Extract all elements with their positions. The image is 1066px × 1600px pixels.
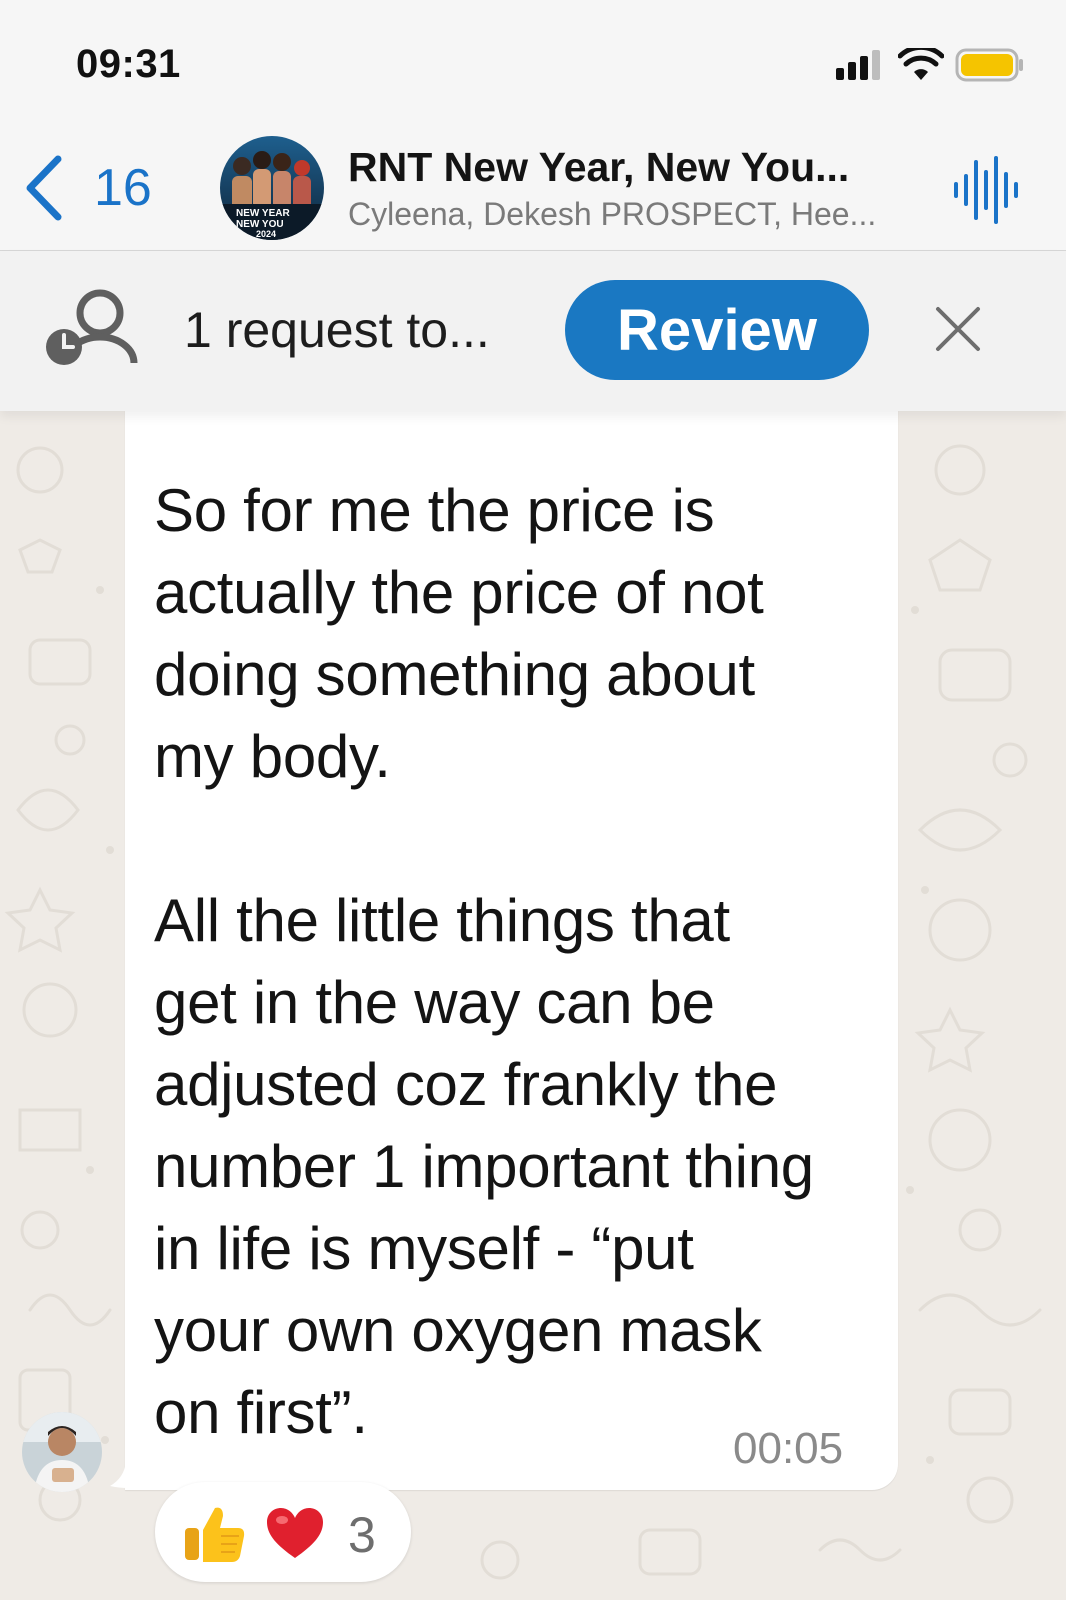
chat-header: 16 NEW YEAR NEW YOU 2024 RNT New Year, N… (0, 130, 1066, 251)
reaction-count: 3 (348, 1507, 376, 1563)
request-summary: 1 request to... (184, 302, 490, 358)
sender-avatar[interactable] (22, 1412, 102, 1492)
back-button[interactable]: 16 (22, 148, 172, 228)
chevron-left-icon (26, 155, 62, 221)
avatar-line-1: NEW YEAR (236, 208, 290, 219)
message-timestamp: 00:05 (733, 1424, 844, 1473)
message-text: So for me the price is actually the pric… (154, 477, 814, 1446)
audio-waveform-icon (954, 156, 1018, 224)
wifi-icon (898, 48, 944, 80)
sender-avatar-image (22, 1412, 102, 1492)
chat-title[interactable]: RNT New Year, New You... (348, 144, 849, 191)
avatar-line-3: 2024 (256, 229, 276, 239)
group-avatar[interactable]: NEW YEAR NEW YOU 2024 (220, 136, 324, 240)
bubble-tail (110, 1462, 148, 1488)
cellular-signal-icon (836, 50, 880, 80)
status-time: 09:31 (76, 42, 181, 86)
battery-icon (955, 48, 1023, 82)
chat-participants[interactable]: Cyleena, Dekesh PROSPECT, Hee... (348, 196, 876, 233)
voice-chat-button[interactable] (950, 150, 1020, 230)
red-heart-icon (267, 1508, 323, 1558)
reactions-pill[interactable]: 3 (155, 1482, 411, 1582)
status-bar: 09:31 (0, 0, 1066, 130)
join-request-banner: 1 request to... Review (0, 251, 1066, 411)
thumbs-up-icon (185, 1507, 245, 1562)
unread-count: 16 (94, 159, 152, 217)
close-icon[interactable] (930, 301, 986, 357)
group-avatar-image: NEW YEAR NEW YOU 2024 (220, 136, 324, 240)
pending-member-icon (46, 289, 138, 365)
review-button[interactable]: Review (565, 280, 869, 380)
